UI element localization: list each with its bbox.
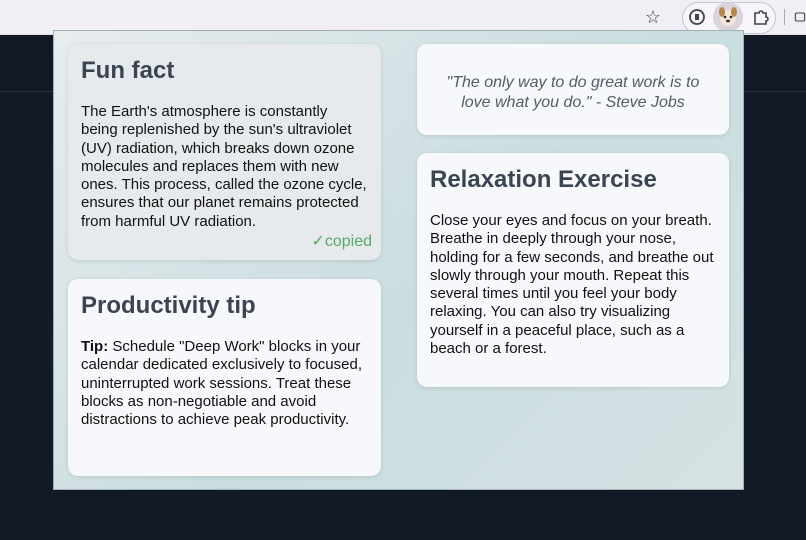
relaxation-exercise-text[interactable]: Close your eyes and focus on your breath… xyxy=(430,212,716,358)
productivity-tip-body[interactable]: Tip: Schedule "Deep Work" blocks in your… xyxy=(81,338,368,429)
side-panel-icon[interactable] xyxy=(794,6,806,28)
fun-fact-card: Fun fact The Earth's atmosphere is const… xyxy=(68,44,381,260)
puzzle-extensions-icon[interactable] xyxy=(750,6,772,28)
toolbar-separator xyxy=(784,9,785,25)
relaxation-exercise-title: Relaxation Exercise xyxy=(430,166,657,193)
tip-label: Tip: xyxy=(81,338,109,355)
productivity-tip-text: Schedule "Deep Work" blocks in your cale… xyxy=(81,338,363,429)
productivity-tip-title: Productivity tip xyxy=(81,292,256,319)
productivity-tip-card: Productivity tip Tip: Schedule "Deep Wor… xyxy=(68,279,381,476)
quote-text[interactable]: "The only way to do great work is to lov… xyxy=(430,73,716,113)
relaxation-exercise-card: Relaxation Exercise Close your eyes and … xyxy=(417,153,729,387)
quote-card: "The only way to do great work is to lov… xyxy=(417,44,729,135)
star-icon[interactable]: ☆ xyxy=(642,6,664,28)
password-manager-icon[interactable] xyxy=(686,6,708,28)
extension-popup: Fun fact The Earth's atmosphere is const… xyxy=(53,30,744,490)
fun-fact-title: Fun fact xyxy=(81,57,175,84)
dog-extension-icon[interactable] xyxy=(713,2,743,32)
copied-status: ✓copied xyxy=(311,233,372,250)
fun-fact-text[interactable]: The Earth's atmosphere is constantly bei… xyxy=(81,103,368,231)
